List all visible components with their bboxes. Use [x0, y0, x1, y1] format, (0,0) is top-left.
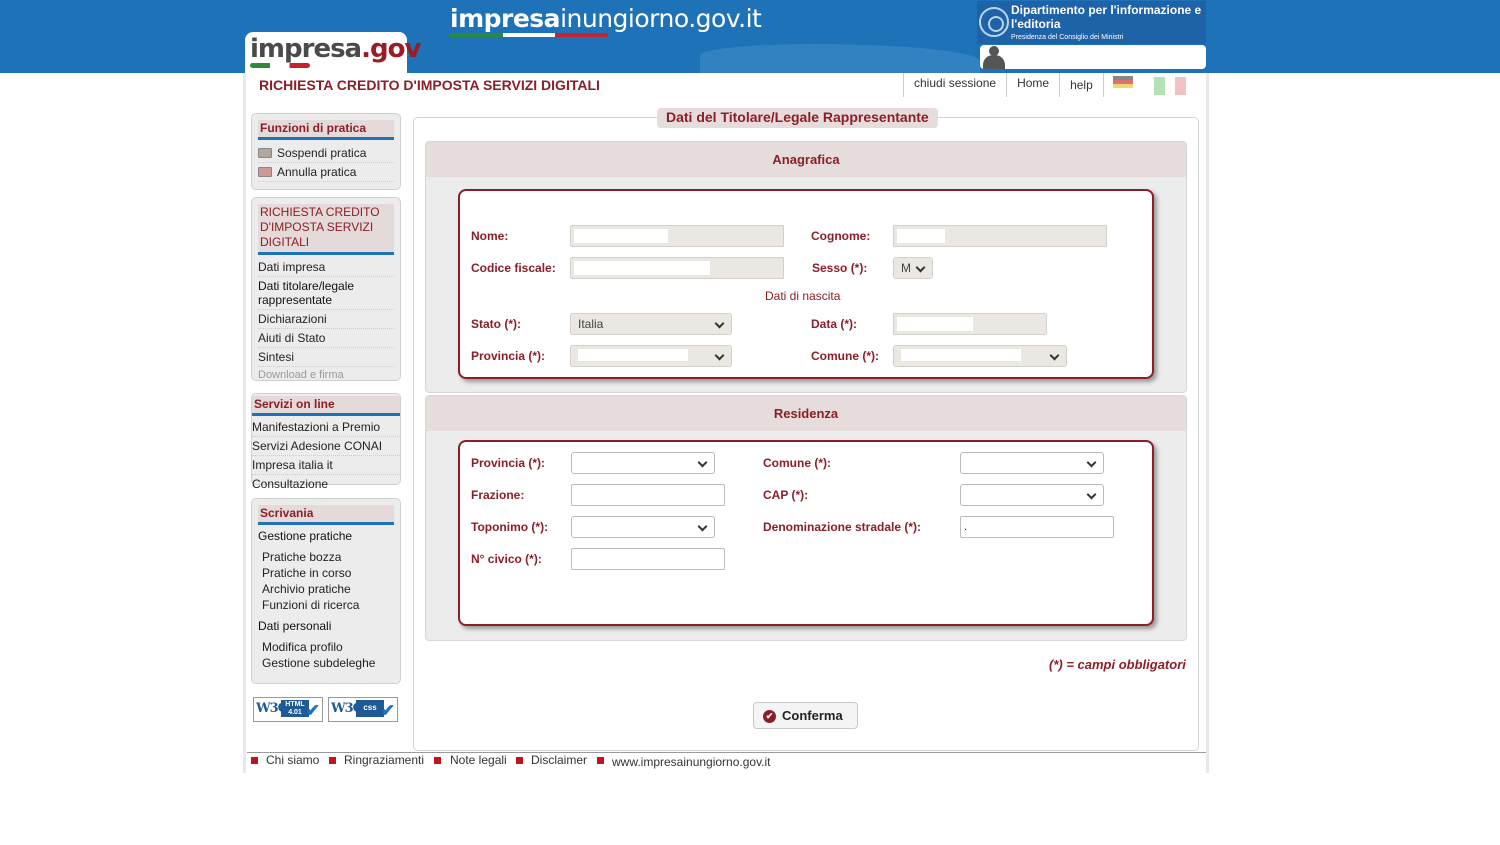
toponimo-select[interactable] — [571, 516, 715, 538]
desk-gestione-subdeleghe[interactable]: Gestione subdeleghe — [262, 655, 400, 671]
frazione-label: Frazione: — [471, 488, 525, 502]
bullet-icon — [329, 757, 336, 764]
top-nav: chiudi sessione Home help — [903, 73, 1104, 97]
cognome-field — [893, 225, 1107, 247]
birth-data-caption: Dati di nascita — [765, 289, 841, 303]
comune-residenza-label: Comune (*): — [763, 456, 831, 470]
footer-disclaimer[interactable]: Disclaimer — [531, 753, 587, 767]
provincia-residenza-label: Provincia (*): — [471, 456, 546, 470]
german-flag-icon[interactable] — [1113, 76, 1133, 88]
suspend-practice-link[interactable]: Sospendi pratica — [258, 144, 394, 163]
civico-input[interactable] — [571, 548, 725, 570]
logo-swoosh — [250, 63, 310, 68]
comune-residenza-select[interactable] — [960, 452, 1104, 474]
bullet-icon — [597, 757, 604, 764]
frazione-input[interactable] — [571, 484, 725, 506]
practice-functions-title: Funzioni di pratica — [258, 120, 394, 140]
cancel-practice-link[interactable]: Annulla pratica — [258, 163, 394, 182]
desk-pratiche-bozza[interactable]: Pratiche bozza — [262, 549, 400, 565]
provincia-nascita-select — [570, 345, 732, 367]
help-link[interactable]: help — [1060, 73, 1104, 97]
logout-link[interactable]: chiudi sessione — [903, 73, 1008, 97]
checkmark-icon: ✔ — [380, 701, 395, 720]
stato-label: Stato (*): — [471, 317, 521, 331]
desk-funzioni-ricerca[interactable]: Funzioni di ricerca — [262, 597, 400, 613]
department-subtitle: Presidenza del Consiglio dei Ministri — [1011, 34, 1124, 41]
service-consultazione[interactable]: Consultazione — [252, 475, 400, 493]
suitcase-icon — [258, 148, 272, 158]
desk-box: Scrivania Gestione pratiche Pratiche boz… — [251, 498, 401, 684]
desk-group-dati-personali: Dati personali — [258, 619, 332, 633]
online-services-title: Servizi on line — [252, 396, 400, 416]
sesso-select: M — [893, 257, 933, 279]
confirm-button[interactable]: ✔ Conferma — [753, 702, 858, 729]
online-services-box: Servizi on line Manifestazioni a Premio … — [251, 393, 401, 491]
form-legend: Dati del Titolare/Legale Rappresentante — [657, 108, 938, 128]
provincia-residenza-select[interactable] — [571, 452, 715, 474]
step-dati-impresa[interactable]: Dati impresa — [258, 258, 394, 277]
checkmark-icon: ✔ — [305, 701, 320, 720]
request-steps-box: RICHIESTA CREDITO D'IMPOSTA SERVIZI DIGI… — [251, 197, 401, 381]
comune-nascita-label: Comune (*): — [811, 349, 879, 363]
service-conai[interactable]: Servizi Adesione CONAI — [252, 437, 400, 456]
step-download-firma: Download e firma — [258, 369, 344, 381]
service-manifestazioni[interactable]: Manifestazioni a Premio — [252, 418, 400, 437]
nome-field — [570, 225, 784, 247]
footer-note-legali[interactable]: Note legali — [450, 753, 507, 767]
flag-stripe — [450, 33, 609, 37]
comune-nascita-select — [893, 345, 1067, 367]
footer-chi-siamo[interactable]: Chi siamo — [266, 753, 319, 767]
bullet-icon — [516, 757, 523, 764]
desk-modifica-profilo[interactable]: Modifica profilo — [262, 639, 400, 655]
italian-flag-icon[interactable] — [1154, 77, 1187, 95]
data-label: Data (*): — [811, 317, 858, 331]
republic-emblem-icon — [979, 7, 1009, 37]
step-dichiarazioni[interactable]: Dichiarazioni — [258, 310, 394, 329]
step-sintesi[interactable]: Sintesi — [258, 348, 394, 367]
anagrafica-title: Anagrafica — [426, 142, 1186, 177]
codice-fiscale-label: Codice fiscale: — [471, 261, 556, 275]
department-title: Dipartimento per l'informazione e l'edit… — [1011, 3, 1202, 31]
desk-archivio-pratiche[interactable]: Archivio pratiche — [262, 581, 400, 597]
desk-title: Scrivania — [258, 505, 394, 525]
stato-select: Italia — [570, 313, 732, 335]
service-impresa-italia[interactable]: Impresa italia it — [252, 456, 400, 475]
denominazione-input[interactable]: . — [960, 516, 1114, 538]
w3c-css-badge[interactable]: W3C css ✔ — [328, 697, 398, 722]
sesso-label: Sesso (*): — [812, 261, 868, 275]
cap-label: CAP (*): — [763, 488, 809, 502]
footer-ringraziamenti[interactable]: Ringraziamenti — [344, 753, 424, 767]
nome-label: Nome: — [471, 229, 509, 243]
app-title: RICHIESTA CREDITO D'IMPOSTA SERVIZI DIGI… — [259, 77, 600, 93]
provincia-nascita-label: Provincia (*): — [471, 349, 546, 363]
practice-functions-box: Funzioni di pratica Sospendi pratica Ann… — [251, 113, 401, 190]
toponimo-label: Toponimo (*): — [471, 520, 549, 534]
request-title: RICHIESTA CREDITO D'IMPOSTA SERVIZI DIGI… — [258, 204, 394, 255]
desk-pratiche-in-corso[interactable]: Pratiche in corso — [262, 565, 400, 581]
italy-map-decoration — [700, 44, 980, 73]
step-dati-titolare[interactable]: Dati titolare/legale rappresentate — [258, 277, 394, 310]
home-link[interactable]: Home — [1007, 73, 1061, 97]
desk-group-pratiche: Gestione pratiche — [258, 529, 353, 543]
w3c-html-badge[interactable]: W3C HTML 4.01 ✔ — [253, 697, 323, 722]
required-fields-note: (*) = campi obbligatori — [1049, 657, 1186, 672]
confirm-check-icon: ✔ — [763, 710, 776, 723]
civico-label: N° civico (*): — [471, 552, 542, 566]
cap-select[interactable] — [960, 484, 1104, 506]
bullet-icon — [251, 757, 258, 764]
step-aiuti-di-stato[interactable]: Aiuti di Stato — [258, 329, 394, 348]
codice-fiscale-field — [570, 257, 784, 279]
footer-site-link[interactable]: www.impresainungiorno.gov.it — [612, 755, 771, 769]
impresa-gov-logo[interactable]: impresa.gov — [245, 32, 421, 73]
bullet-icon — [434, 757, 441, 764]
data-field — [893, 313, 1047, 335]
delete-suitcase-icon — [258, 167, 272, 177]
residenza-title: Residenza — [426, 396, 1186, 431]
site-brand: impresainungiorno.gov.it — [450, 4, 762, 33]
user-box[interactable] — [980, 45, 1206, 69]
cognome-label: Cognome: — [811, 229, 871, 243]
department-banner[interactable]: Dipartimento per l'informazione e l'edit… — [977, 1, 1206, 44]
denominazione-label: Denominazione stradale (*): — [763, 520, 922, 534]
